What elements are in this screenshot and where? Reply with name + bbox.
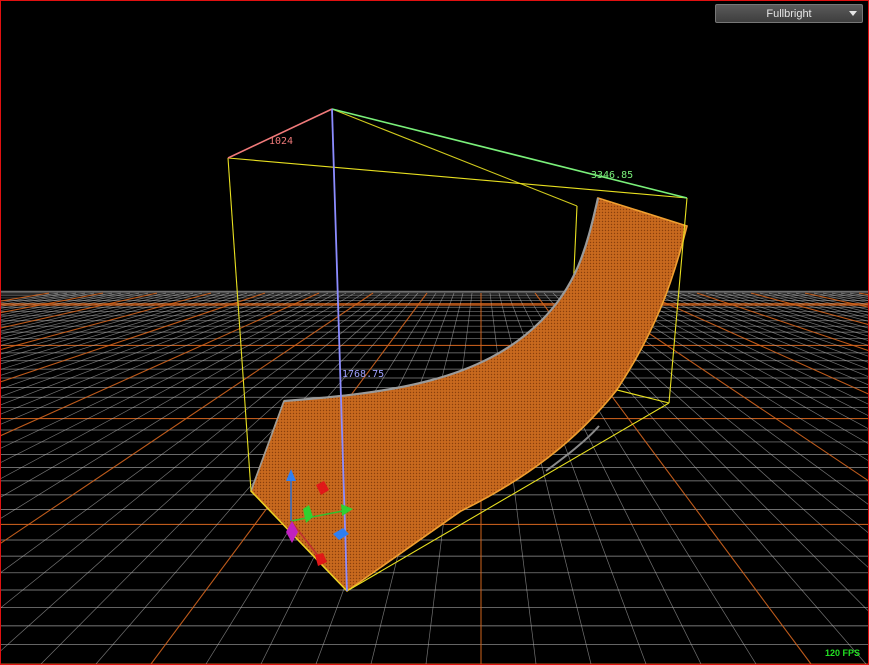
axis-x-edge xyxy=(227,108,333,159)
bent-plate-mesh[interactable] xyxy=(250,196,688,593)
grid-line xyxy=(705,292,868,346)
grid-line xyxy=(1,292,185,339)
grid-line xyxy=(642,292,868,395)
grid-line xyxy=(687,292,868,357)
grid-line xyxy=(1,292,149,326)
grid-line xyxy=(678,292,868,363)
grid-line xyxy=(1,292,203,346)
grid-line xyxy=(660,292,868,377)
view-mode-dropdown[interactable]: Fullbright xyxy=(715,4,863,23)
width-dimension-label: 3346.85 xyxy=(591,170,633,181)
grid-line xyxy=(651,292,868,386)
3d-viewport[interactable]: 1024 3346.85 1768.75 Fullbright 120 FPS xyxy=(0,0,869,665)
grid-line xyxy=(1,292,176,335)
grid-line xyxy=(1,292,158,329)
axis-y-edge xyxy=(331,108,688,199)
depth-dimension-label: 1024 xyxy=(269,136,293,147)
view-mode-label: Fullbright xyxy=(766,7,812,20)
grid-line xyxy=(714,292,868,341)
grid-line xyxy=(813,292,868,306)
grid-line xyxy=(741,292,868,329)
height-dimension-label: 1768.75 xyxy=(342,369,384,380)
grid-line xyxy=(777,292,868,316)
grid-line xyxy=(1,292,50,302)
grid-line xyxy=(1,292,59,304)
chevron-down-icon xyxy=(849,11,857,16)
grid-line xyxy=(1,292,68,305)
grid-line xyxy=(1,292,140,323)
fps-counter: 120 FPS xyxy=(824,648,860,658)
grid-line xyxy=(1,292,293,406)
grid-line xyxy=(1,292,95,311)
grid-line xyxy=(1,292,86,309)
grid-line xyxy=(795,292,868,310)
grid-line xyxy=(1,292,275,390)
grid-line xyxy=(1,292,113,316)
grid-line xyxy=(1,292,221,355)
grid-line xyxy=(606,292,868,444)
scene-canvas[interactable]: 1024 3346.85 1768.75 xyxy=(1,1,868,664)
